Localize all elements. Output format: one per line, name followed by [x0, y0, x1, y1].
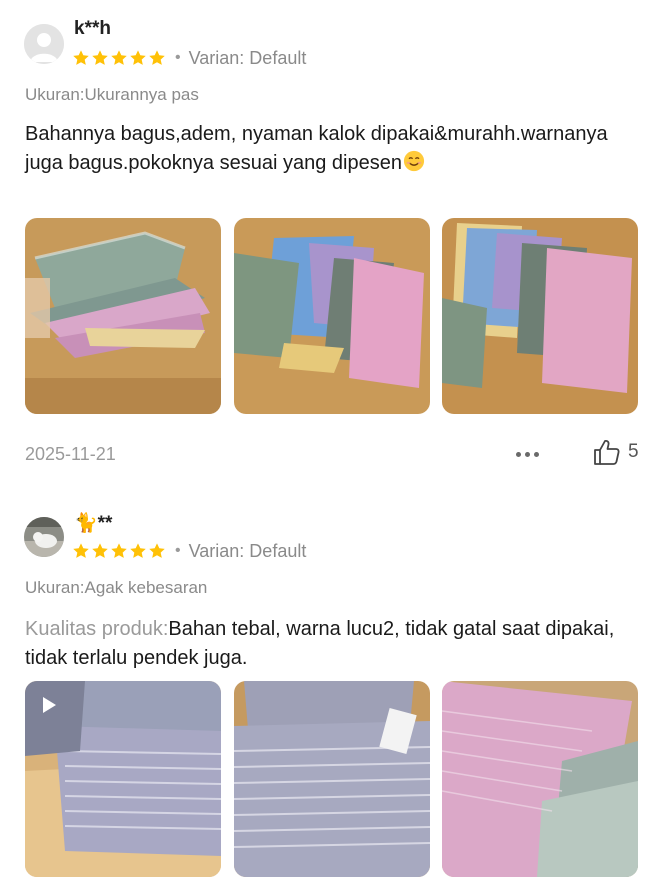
reviewer-name: k**h — [74, 18, 111, 39]
photo-image — [234, 681, 430, 877]
play-icon — [43, 697, 56, 713]
review-photo[interactable] — [234, 218, 430, 414]
star-icon — [149, 543, 165, 558]
size-fit-label: Ukuran:Ukurannya pas — [25, 85, 199, 104]
more-dots-icon — [515, 451, 521, 457]
review-photo[interactable] — [442, 681, 638, 877]
star-icon — [130, 543, 146, 558]
photo-image — [234, 218, 430, 414]
review-text: Bahannya bagus,adem, nyaman kalok dipaka… — [25, 120, 650, 177]
more-options-button[interactable] — [510, 440, 544, 468]
star-rating — [72, 49, 166, 67]
rating-row: • Varian: Default — [72, 47, 306, 69]
review-photo[interactable] — [442, 218, 638, 414]
star-icon — [111, 543, 127, 558]
default-avatar-icon — [24, 24, 64, 64]
star-icon — [130, 50, 146, 65]
reviewer-name: 🐈** — [74, 513, 113, 534]
star-icon — [111, 50, 127, 65]
star-icon — [149, 50, 165, 65]
variant-label: Varian: Default — [188, 540, 307, 561]
star-rating — [72, 542, 166, 560]
review-photo[interactable] — [234, 681, 430, 877]
size-fit-label: Ukuran:Agak kebesaran — [25, 578, 208, 597]
like-button[interactable]: 5 — [592, 437, 639, 467]
separator-dot: • — [175, 49, 181, 66]
review-date: 2025-11-21 — [25, 444, 116, 464]
quality-label: Kualitas produk: — [25, 618, 169, 640]
star-icon — [92, 543, 108, 558]
avatar[interactable] — [24, 517, 64, 557]
photo-image — [442, 681, 638, 877]
variant-label: Varian: Default — [188, 47, 307, 68]
star-icon — [73, 543, 89, 558]
smiling-face-icon — [403, 150, 425, 171]
review-text-content: Bahannya bagus,adem, nyaman kalok dipaka… — [25, 123, 608, 174]
photo-image — [442, 218, 638, 414]
rating-row: • Varian: Default — [72, 540, 306, 562]
star-icon — [92, 50, 108, 65]
review-video[interactable] — [25, 681, 221, 877]
separator-dot: • — [175, 542, 181, 559]
review-text: Kualitas produk:Bahan tebal, warna lucu2… — [25, 615, 650, 672]
review-photo[interactable] — [25, 218, 221, 414]
star-icon — [73, 50, 89, 65]
thumbs-up-icon — [594, 440, 620, 465]
like-count: 5 — [628, 441, 639, 462]
avatar[interactable] — [24, 24, 64, 64]
photo-image — [25, 218, 221, 414]
user-photo-avatar — [24, 517, 64, 557]
